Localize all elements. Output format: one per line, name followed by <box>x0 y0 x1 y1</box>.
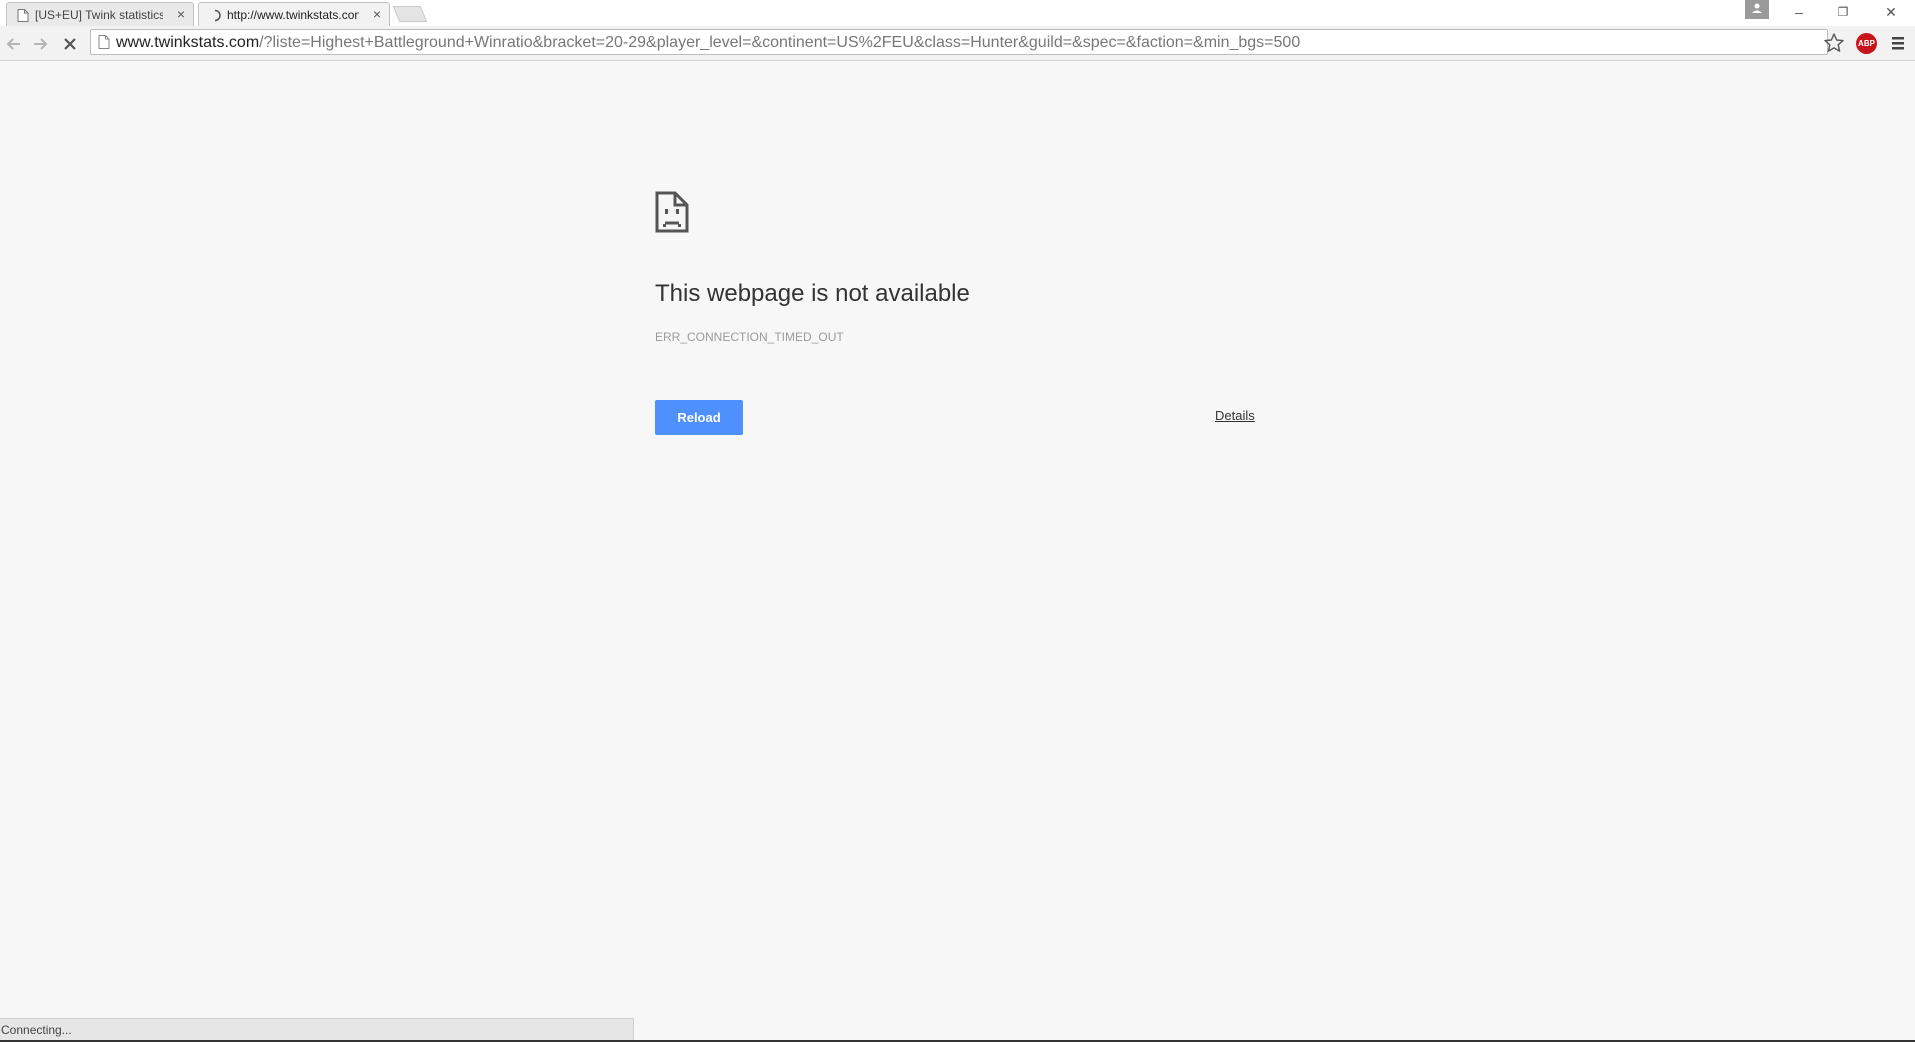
stop-loading-icon[interactable] <box>59 33 81 55</box>
restore-icon[interactable]: ❐ <box>1830 0 1856 24</box>
new-tab-button[interactable] <box>392 6 428 22</box>
minimize-icon[interactable]: – <box>1786 0 1812 24</box>
tab-title: http://www.twinkstats.con <box>227 8 359 22</box>
details-link[interactable]: Details <box>1215 408 1255 423</box>
status-bubble: Connecting... <box>0 1018 634 1040</box>
chrome-menu-icon[interactable] <box>1891 35 1905 51</box>
browser-chrome: [US+EU] Twink statistics o × http://www.… <box>0 0 1915 61</box>
adblock-plus-icon[interactable]: ABP <box>1856 33 1877 54</box>
url-path: /?liste=Highest+Battleground+Winratio&br… <box>259 34 1301 51</box>
tab-twink-statistics[interactable]: [US+EU] Twink statistics o × <box>6 2 194 26</box>
url-text: www.twinkstats.com/?liste=Highest+Battle… <box>116 34 1300 52</box>
page-icon <box>17 9 29 22</box>
tab-strip: [US+EU] Twink statistics o × http://www.… <box>0 0 1915 26</box>
forward-arrow-icon[interactable] <box>30 33 52 55</box>
back-arrow-icon[interactable] <box>2 33 24 55</box>
tab-twinkstats-loading[interactable]: http://www.twinkstats.con × <box>198 2 390 26</box>
error-code: ERR_CONNECTION_TIMED_OUT <box>655 330 844 344</box>
bookmark-star-icon[interactable] <box>1823 32 1845 54</box>
tab-close-icon[interactable]: × <box>373 6 381 22</box>
close-window-icon[interactable]: ✕ <box>1876 0 1906 24</box>
sad-page-icon <box>655 191 689 233</box>
toolbar: www.twinkstats.com/?liste=Highest+Battle… <box>0 26 1915 60</box>
loading-spinner-icon <box>214 9 221 22</box>
reload-button[interactable]: Reload <box>655 400 743 435</box>
error-heading: This webpage is not available <box>655 280 970 307</box>
profile-avatar-icon[interactable] <box>1745 0 1769 19</box>
address-bar[interactable]: www.twinkstats.com/?liste=Highest+Battle… <box>90 29 1828 55</box>
url-host: www.twinkstats.com <box>116 34 260 51</box>
error-page: This webpage is not available ERR_CONNEC… <box>0 61 1915 1042</box>
tab-close-icon[interactable]: × <box>177 6 185 22</box>
page-icon <box>98 35 110 49</box>
tab-title: [US+EU] Twink statistics o <box>35 8 163 22</box>
